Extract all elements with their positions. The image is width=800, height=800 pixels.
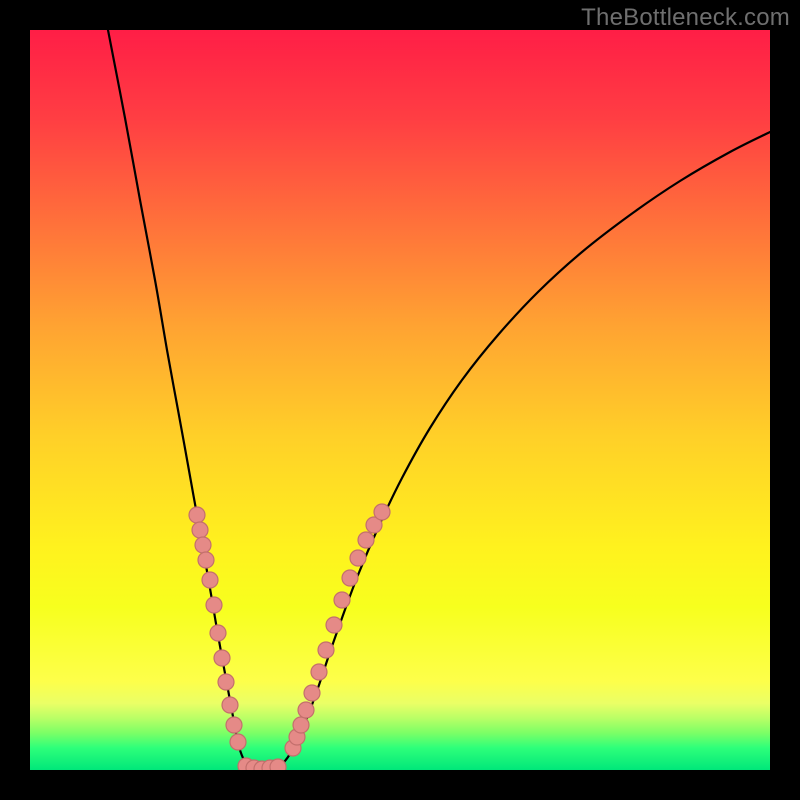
data-point (270, 759, 286, 770)
data-point (206, 597, 222, 613)
data-point (298, 702, 314, 718)
data-point (358, 532, 374, 548)
data-point (304, 685, 320, 701)
left-dot-series (189, 507, 246, 750)
data-point (192, 522, 208, 538)
data-point (311, 664, 327, 680)
flat-dot-series (238, 758, 286, 770)
data-point (334, 592, 350, 608)
data-point (198, 552, 214, 568)
data-point (374, 504, 390, 520)
data-point (230, 734, 246, 750)
data-point (218, 674, 234, 690)
data-point (214, 650, 230, 666)
data-point (226, 717, 242, 733)
data-point (318, 642, 334, 658)
chart-svg (30, 30, 770, 770)
data-point (350, 550, 366, 566)
right-curve (275, 132, 770, 768)
data-point (189, 507, 205, 523)
data-point (210, 625, 226, 641)
chart-canvas (30, 30, 770, 770)
data-point (202, 572, 218, 588)
data-point (222, 697, 238, 713)
left-curve (108, 30, 255, 768)
right-dot-series (285, 504, 390, 756)
data-point (326, 617, 342, 633)
watermark-text: TheBottleneck.com (581, 4, 790, 32)
data-point (195, 537, 211, 553)
data-point (342, 570, 358, 586)
data-point (293, 717, 309, 733)
